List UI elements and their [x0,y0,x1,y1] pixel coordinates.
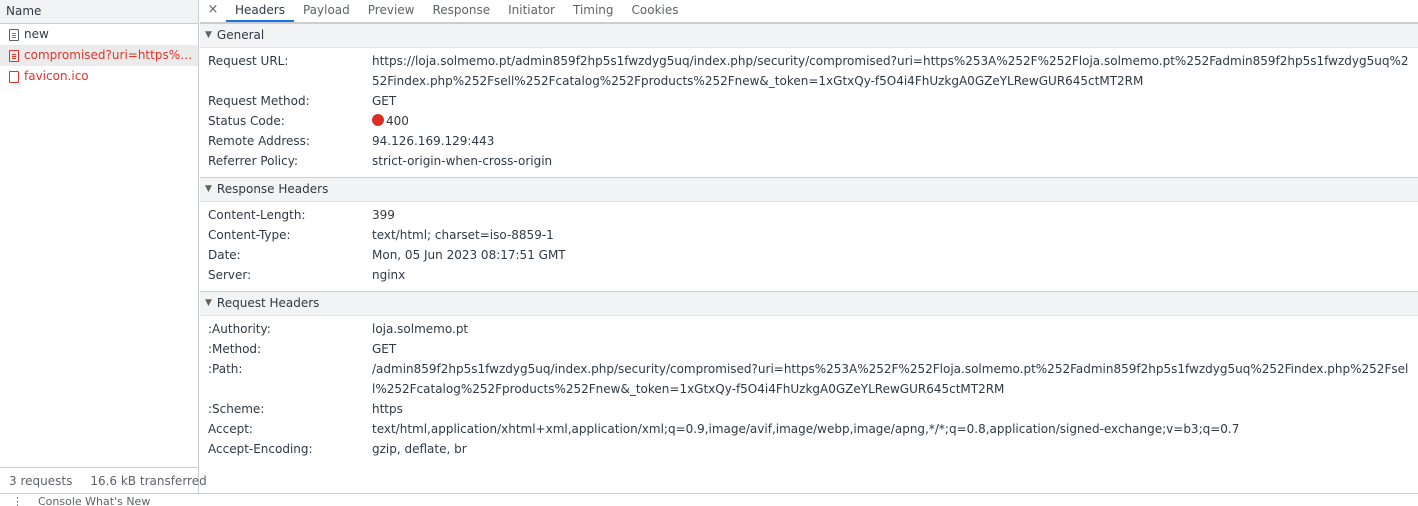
collapse-triangle-icon: ▼ [205,184,212,194]
section-title: Request Headers [216,296,320,310]
network-summary-bar: 3 requests 16.6 kB transferred [0,467,207,493]
request-count: 3 requests [9,473,73,488]
header-name: Server: [208,268,252,282]
referrer-policy-row: Referrer Policy: strict-origin-when-cros… [200,151,1418,171]
details-tab-bar: × Headers Payload Preview Response Initiator… [200,0,1418,23]
header-name: :Method: [208,342,262,356]
section-request-headers-header[interactable]: ▼ Request Headers [200,291,1418,316]
request-details-panel: × Headers Payload Preview Response Initiator… [200,0,1418,493]
header-value: https [372,402,403,416]
header-row: Content-Length: 399 [200,205,1418,225]
request-method-row: Request Method: GET [200,91,1418,111]
request-url-label: Request URL: [208,54,289,68]
header-value: text/html; charset=iso-8859-1 [372,228,554,242]
remote-address-value: 94.126.169.129:443 [372,134,495,148]
header-name: :Path: [208,362,243,376]
tab-headers[interactable]: Headers [226,0,294,22]
header-name: Accept: [208,422,253,436]
request-row[interactable]: new [0,24,198,45]
section-title: General [216,28,265,42]
section-general-header[interactable]: ▼ General [200,23,1418,48]
request-name: favicon.ico [24,69,89,83]
request-row[interactable]: compromised?uri=https%253A%252F%252Floja… [0,45,198,66]
tab-payload[interactable]: Payload [294,0,359,22]
tab-preview[interactable]: Preview [359,0,424,22]
tab-timing[interactable]: Timing [564,0,623,22]
request-list-panel: Name new compromised?uri=https%253A%252F%… [0,0,207,493]
header-value: gzip, deflate, br [372,442,467,456]
section-general-body: Request URL: https://loja.solmemo.pt/adm… [200,48,1418,177]
request-name: new [24,27,49,41]
document-icon [9,28,19,41]
request-url-row: Request URL: https://loja.solmemo.pt/adm… [200,51,1418,91]
tab-initiator[interactable]: Initiator [499,0,564,22]
section-response-headers-header[interactable]: ▼ Response Headers [200,177,1418,202]
header-row: :Path: /admin859f2hp5s1fwzdyg5uq/index.ph… [200,359,1418,399]
more-options-icon[interactable]: ⋮ [12,496,23,506]
section-response-headers-body: Content-Length: 399 Content-Type: text/html… [200,202,1418,291]
document-icon [9,49,19,62]
header-name: Content-Length: [208,208,306,222]
header-row: :Method: GET [200,339,1418,359]
header-value: GET [372,342,397,356]
header-row: Accept-Encoding: gzip, deflate, br [200,439,1418,459]
close-icon[interactable]: × [200,0,226,22]
status-code-label: Status Code: [208,114,285,128]
request-name: compromised?uri=https%253A%252F%252Floja… [24,48,198,62]
remote-address-label: Remote Address: [208,134,310,148]
section-title: Response Headers [216,182,329,196]
request-method-label: Request Method: [208,94,310,108]
header-name: Date: [208,248,241,262]
header-value: loja.solmemo.pt [372,322,469,336]
transferred-size: 16.6 kB transferred [90,473,207,488]
remote-address-row: Remote Address: 94.126.169.129:443 [200,131,1418,151]
request-method-value: GET [372,94,397,108]
header-name: :Scheme: [208,402,265,416]
header-value: nginx [372,268,406,282]
header-row: :Scheme: https [200,399,1418,419]
drawer-tabs-text[interactable]: Console What's New [38,496,150,506]
referrer-policy-label: Referrer Policy: [208,154,298,168]
header-name: Accept-Encoding: [208,442,313,456]
referrer-policy-value: strict-origin-when-cross-origin [372,154,553,168]
header-row: Server: nginx [200,265,1418,285]
collapse-triangle-icon: ▼ [205,30,212,40]
section-request-headers-body: :Authority: loja.solmemo.pt :Method: GET :Pa… [200,316,1418,465]
header-value: 399 [372,208,395,222]
request-list: new compromised?uri=https%253A%252F%252Fl… [0,24,198,87]
header-value: text/html,application/xhtml+xml,applicat… [372,422,1240,436]
status-error-dot-icon [372,114,384,126]
request-url-value: https://loja.solmemo.pt/admin859f2hp5s1f… [372,54,1409,88]
status-code-row: Status Code: 400 [200,111,1418,131]
header-row: :Authority: loja.solmemo.pt [200,319,1418,339]
tab-response[interactable]: Response [423,0,499,22]
header-row: Accept: text/html,application/xhtml+xml,a… [200,419,1418,439]
header-value: /admin859f2hp5s1fwzdyg5uq/index.php/secu… [372,362,1409,396]
request-row[interactable]: favicon.ico [0,66,198,87]
tab-cookies[interactable]: Cookies [623,0,688,22]
header-row: Content-Type: text/html; charset=iso-8859… [200,225,1418,245]
status-code-value: 400 [386,114,409,128]
drawer-bar: ⋮ Console What's New [0,493,1418,506]
name-column-header[interactable]: Name [0,0,198,24]
file-icon [9,70,19,83]
header-row: Date: Mon, 05 Jun 2023 08:17:51 GMT [200,245,1418,265]
header-name: Content-Type: [208,228,291,242]
header-value: Mon, 05 Jun 2023 08:17:51 GMT [372,248,566,262]
collapse-triangle-icon: ▼ [205,298,212,308]
header-name: :Authority: [208,322,271,336]
